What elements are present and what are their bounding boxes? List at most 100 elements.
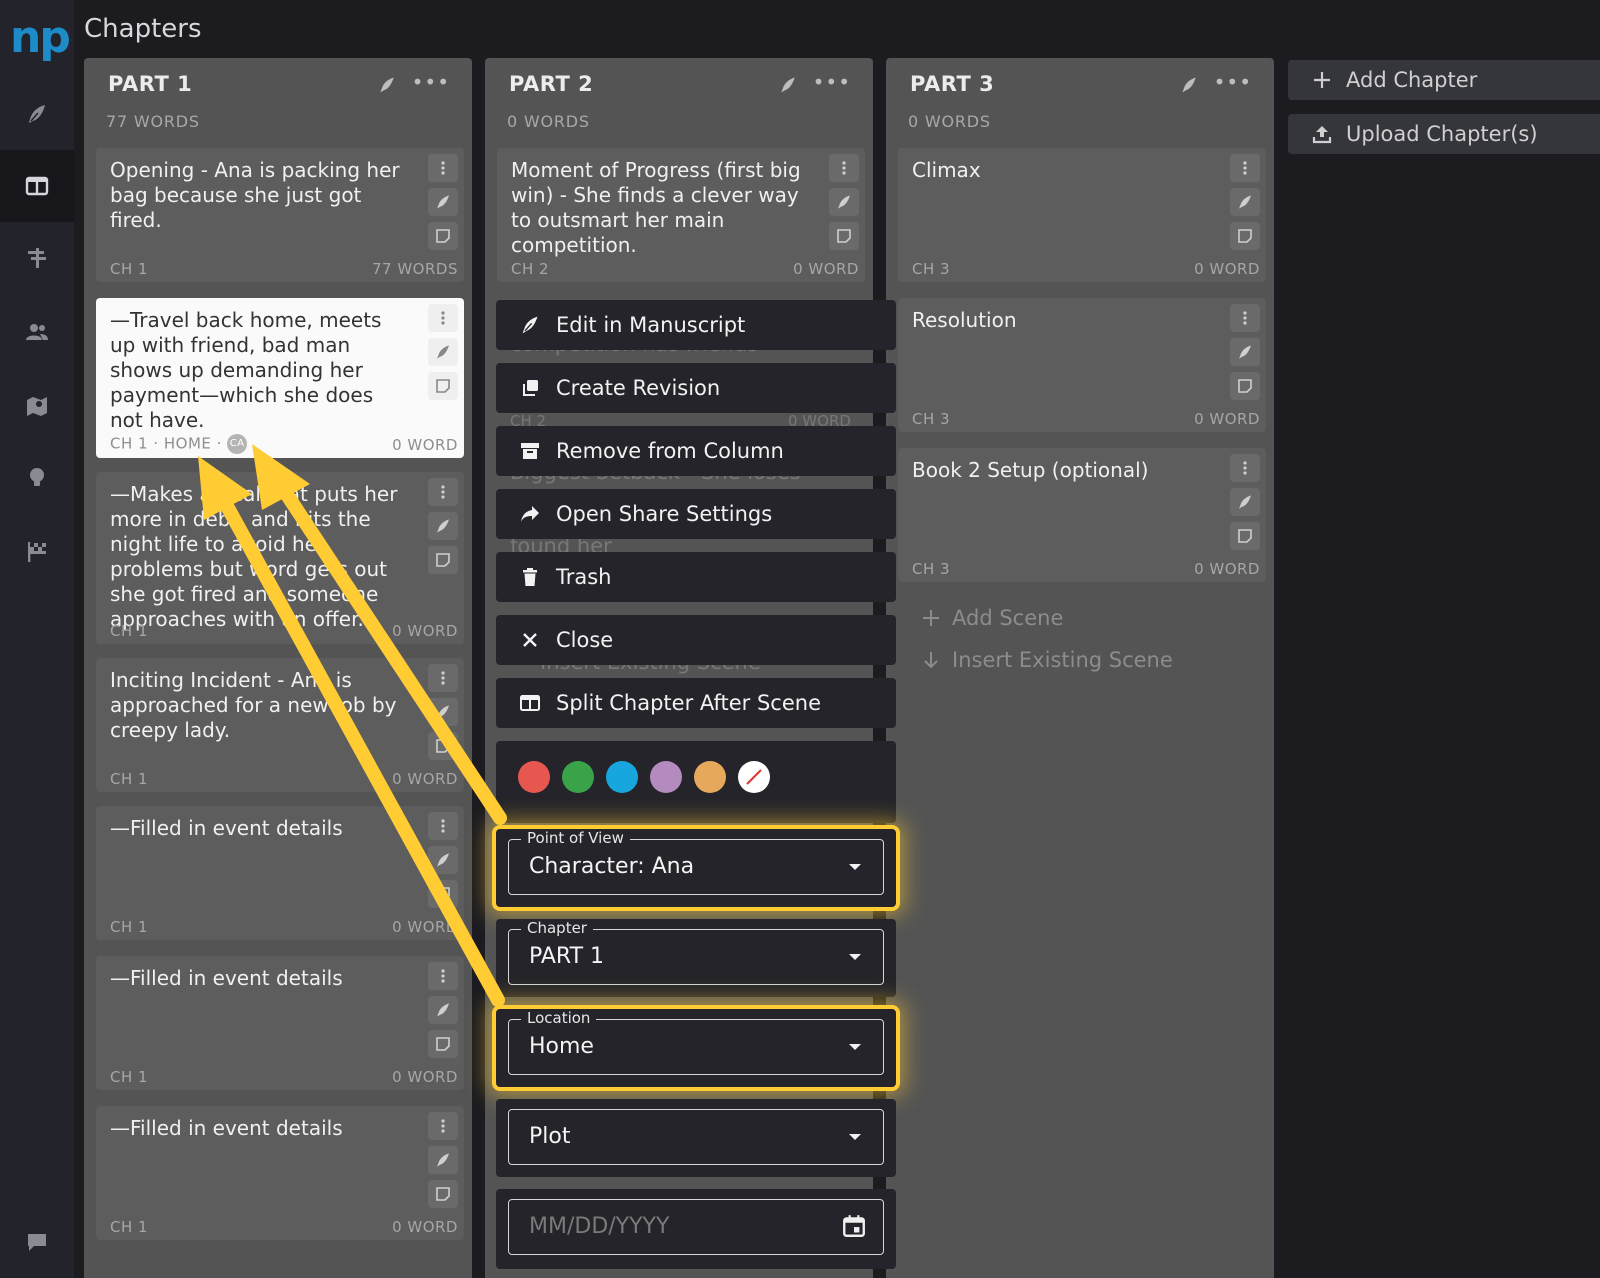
scene-card[interactable]: Moment of Progress (first big win) - She… bbox=[497, 148, 865, 282]
scene-menu-button[interactable] bbox=[1230, 154, 1260, 182]
scene-menu-button[interactable] bbox=[428, 664, 458, 692]
color-swatch-green[interactable] bbox=[562, 761, 594, 793]
scene-edit-button[interactable] bbox=[428, 996, 458, 1024]
scene-text: —Makes a deal that puts her more in debt… bbox=[110, 482, 398, 631]
scene-card-selected[interactable]: —Travel back home, meets up with friend,… bbox=[96, 298, 464, 458]
scene-card[interactable]: —Filled in event details CH 1 0 WORD bbox=[96, 1106, 464, 1240]
scene-card[interactable]: —Filled in event details CH 1 0 WORD bbox=[96, 806, 464, 940]
scene-chapter: CH 3 bbox=[912, 560, 951, 578]
rail-ideas[interactable] bbox=[0, 442, 74, 514]
scene-card[interactable]: —Makes a deal that puts her more in debt… bbox=[96, 472, 464, 644]
scene-note-button[interactable] bbox=[1230, 222, 1260, 250]
scene-edit-button[interactable] bbox=[428, 188, 458, 216]
scene-edit-button[interactable] bbox=[428, 698, 458, 726]
quill-pen-icon[interactable] bbox=[378, 76, 396, 94]
scene-menu-button[interactable] bbox=[1230, 304, 1260, 332]
quill-pen-icon bbox=[437, 1153, 449, 1167]
app-logo[interactable]: np bbox=[10, 10, 71, 66]
color-swatch-orange[interactable] bbox=[694, 761, 726, 793]
scene-card[interactable]: Inciting Incident - Ana is approached fo… bbox=[96, 658, 464, 792]
quill-pen-icon[interactable] bbox=[779, 76, 797, 94]
column-word-count: 77 WORDS bbox=[106, 112, 200, 131]
upload-chapters-button[interactable]: Upload Chapter(s) bbox=[1288, 114, 1600, 154]
scene-edit-button[interactable] bbox=[1230, 488, 1260, 516]
date-placeholder: MM/DD/YYYY bbox=[529, 1214, 670, 1239]
quill-pen-icon bbox=[437, 519, 449, 533]
insert-existing-scene-button[interactable]: Insert Existing Scene bbox=[922, 648, 1173, 672]
scene-text: Moment of Progress (first big win) - She… bbox=[511, 158, 801, 257]
scene-word-count: 0 WORD bbox=[392, 1218, 458, 1236]
more-options-icon[interactable]: ••• bbox=[813, 70, 851, 94]
menu-remove-from-column[interactable]: Remove from Column bbox=[496, 426, 896, 476]
color-swatch-red[interactable] bbox=[518, 761, 550, 793]
scene-note-button[interactable] bbox=[829, 222, 859, 250]
calendar-icon[interactable] bbox=[841, 1213, 867, 1239]
scene-note-button[interactable] bbox=[428, 732, 458, 760]
scene-word-count: 0 WORD bbox=[392, 436, 458, 454]
menu-edit-in-manuscript[interactable]: Edit in Manuscript bbox=[496, 300, 896, 350]
scene-note-button[interactable] bbox=[428, 880, 458, 908]
menu-trash[interactable]: Trash bbox=[496, 552, 896, 602]
scene-note-button[interactable] bbox=[428, 222, 458, 250]
scene-menu-button[interactable] bbox=[829, 154, 859, 182]
scene-note-button[interactable] bbox=[428, 1030, 458, 1058]
menu-split-chapter-after-scene[interactable]: Split Chapter After Scene bbox=[496, 678, 896, 728]
note-icon bbox=[436, 739, 450, 753]
field-label: Location bbox=[521, 1009, 597, 1027]
color-swatch-purple[interactable] bbox=[650, 761, 682, 793]
color-swatch-blue[interactable] bbox=[606, 761, 638, 793]
point-of-view-select[interactable]: Point of View Character: Ana bbox=[508, 829, 884, 895]
scene-card[interactable]: —Filled in event details CH 1 0 WORD bbox=[96, 956, 464, 1090]
scene-note-button[interactable] bbox=[1230, 372, 1260, 400]
scene-chapter: CH 1 bbox=[110, 918, 149, 936]
field-value: Plot bbox=[529, 1124, 571, 1149]
scene-edit-button[interactable] bbox=[428, 1146, 458, 1174]
add-scene-button[interactable]: Add Scene bbox=[922, 606, 1063, 630]
scene-card[interactable]: Book 2 Setup (optional) CH 3 0 WORD bbox=[898, 448, 1266, 582]
scene-menu-button[interactable] bbox=[1230, 454, 1260, 482]
add-chapter-button[interactable]: Add Chapter bbox=[1288, 60, 1600, 100]
menu-close[interactable]: Close bbox=[496, 615, 896, 665]
scene-card[interactable]: Opening - Ana is packing her bag because… bbox=[96, 148, 464, 282]
chapter-select[interactable]: Chapter PART 1 bbox=[508, 919, 884, 985]
menu-open-share-settings[interactable]: Open Share Settings bbox=[496, 489, 896, 539]
rail-board[interactable] bbox=[0, 150, 74, 222]
scene-edit-button[interactable] bbox=[1230, 188, 1260, 216]
scene-menu-button[interactable] bbox=[428, 962, 458, 990]
location-select[interactable]: Location Home bbox=[508, 1009, 884, 1075]
scene-menu-button[interactable] bbox=[428, 812, 458, 840]
scene-card[interactable]: Resolution CH 3 0 WORD bbox=[898, 298, 1266, 432]
rail-chat[interactable] bbox=[0, 1206, 74, 1278]
scene-note-button[interactable] bbox=[428, 1180, 458, 1208]
scene-card[interactable]: Climax CH 3 0 WORD bbox=[898, 148, 1266, 282]
flag-icon bbox=[28, 542, 46, 562]
scene-edit-button[interactable] bbox=[428, 846, 458, 874]
scene-menu-button[interactable] bbox=[428, 304, 458, 332]
scene-note-button[interactable] bbox=[428, 372, 458, 400]
kebab-icon bbox=[842, 161, 846, 175]
more-options-icon[interactable]: ••• bbox=[1214, 70, 1252, 94]
scene-menu-button[interactable] bbox=[428, 478, 458, 506]
quill-pen-icon[interactable] bbox=[1180, 76, 1198, 94]
column-word-count: 0 WORDS bbox=[908, 112, 991, 131]
plot-select[interactable]: Plot bbox=[508, 1109, 884, 1165]
column-part-1: PART 1 ••• 77 WORDS Opening - Ana is pac… bbox=[84, 58, 472, 1278]
scene-menu-button[interactable] bbox=[428, 1112, 458, 1140]
note-icon bbox=[436, 887, 450, 901]
scene-menu-button[interactable] bbox=[428, 154, 458, 182]
scene-note-button[interactable] bbox=[428, 546, 458, 574]
scene-edit-button[interactable] bbox=[428, 512, 458, 540]
rail-characters[interactable] bbox=[0, 296, 74, 368]
rail-manuscript[interactable] bbox=[0, 78, 74, 150]
scene-edit-button[interactable] bbox=[428, 338, 458, 366]
color-swatch-none[interactable] bbox=[738, 761, 770, 793]
date-input[interactable]: MM/DD/YYYY bbox=[508, 1199, 884, 1255]
rail-goals[interactable] bbox=[0, 516, 74, 588]
more-options-icon[interactable]: ••• bbox=[412, 70, 450, 94]
rail-world[interactable] bbox=[0, 370, 74, 442]
scene-edit-button[interactable] bbox=[829, 188, 859, 216]
scene-edit-button[interactable] bbox=[1230, 338, 1260, 366]
scene-note-button[interactable] bbox=[1230, 522, 1260, 550]
rail-timeline[interactable] bbox=[0, 222, 74, 294]
menu-create-revision[interactable]: Create Revision bbox=[496, 363, 896, 413]
